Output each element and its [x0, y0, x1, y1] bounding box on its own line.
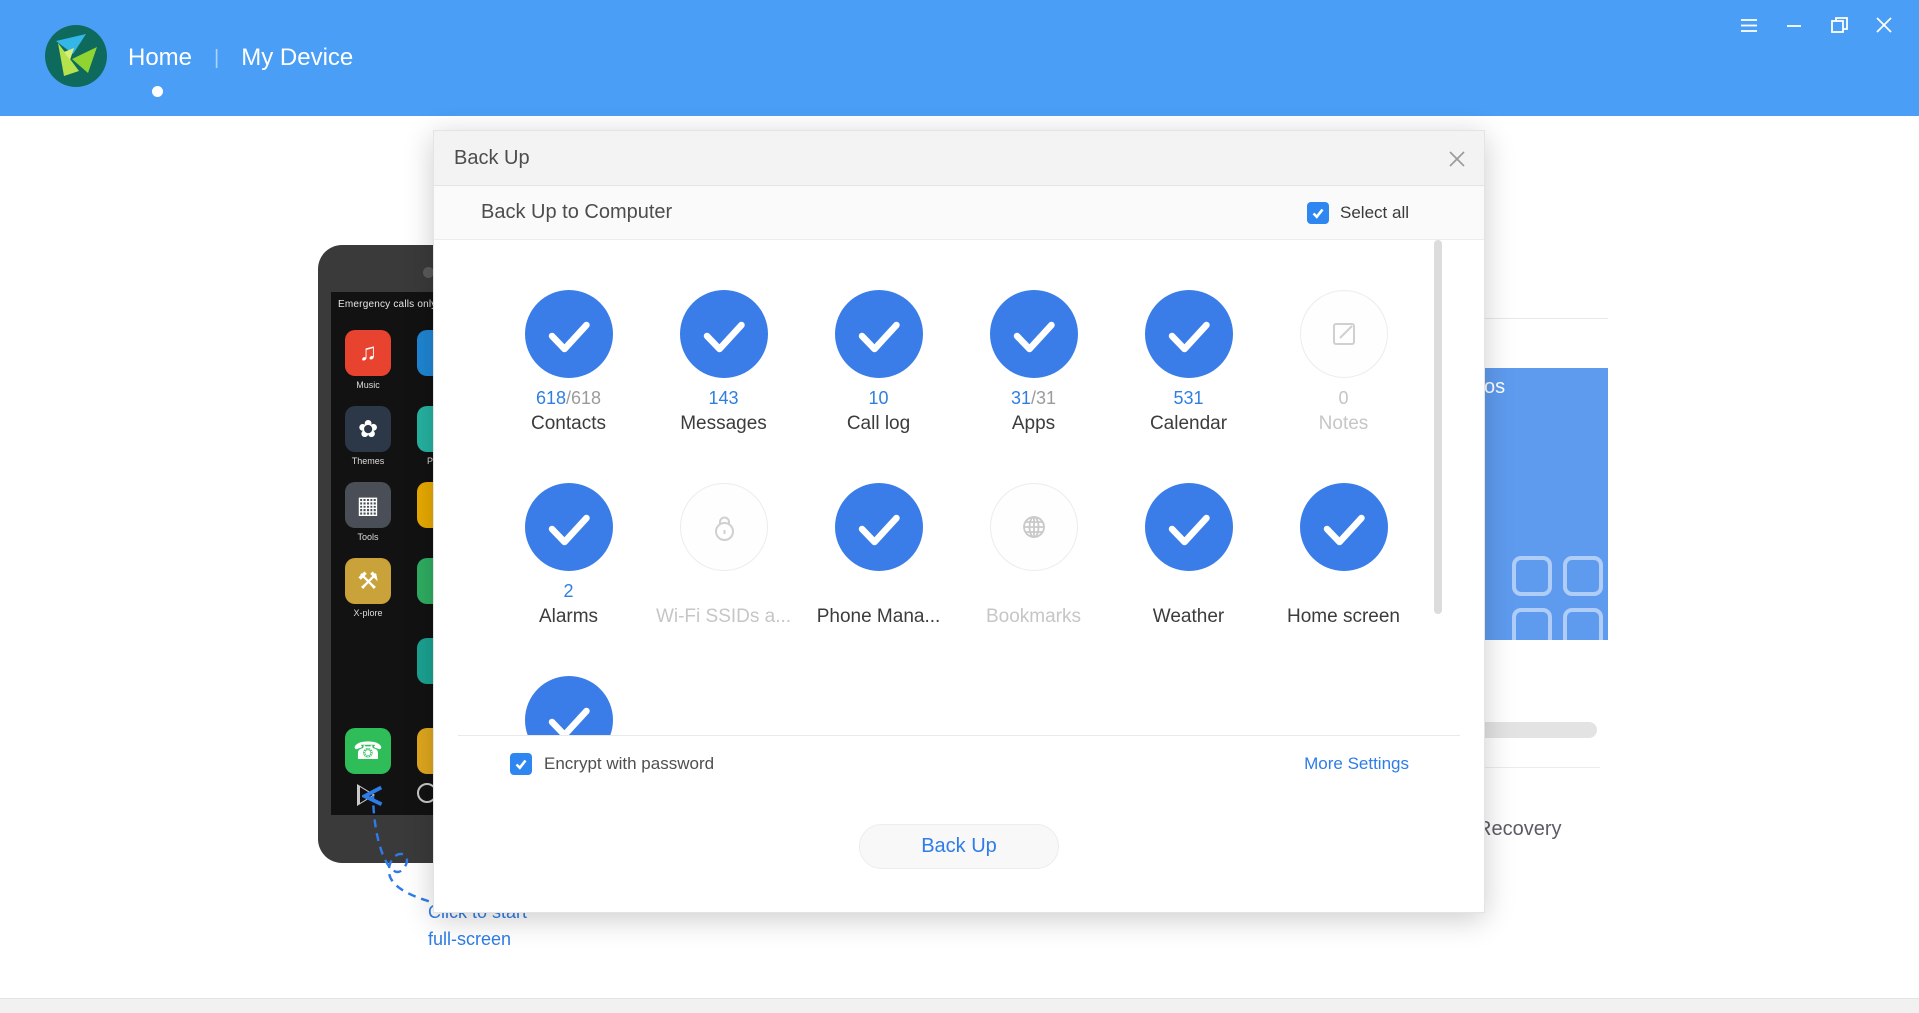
- select-all-label: Select all: [1340, 203, 1409, 223]
- backup-button[interactable]: Back Up: [859, 824, 1059, 869]
- top-bar: Home | My Device: [0, 0, 1919, 116]
- close-button[interactable]: [1873, 14, 1895, 36]
- checked-circle-icon[interactable]: [1145, 483, 1233, 571]
- dialog-subheader: Back Up to Computer Select all: [434, 186, 1484, 240]
- phone-app-icon-themes: ✿: [345, 406, 391, 452]
- checked-circle-icon[interactable]: [835, 483, 923, 571]
- item-count: 0: [1338, 386, 1348, 410]
- feature-card-title-fragment: os: [1484, 376, 1505, 399]
- checked-circle-icon[interactable]: [680, 290, 768, 378]
- item-label: Contacts: [531, 413, 606, 435]
- minimize-button[interactable]: [1783, 14, 1805, 36]
- item-label: Call log: [847, 413, 910, 435]
- item-count: 10: [868, 386, 888, 410]
- dialog-scrollbar[interactable]: [1434, 240, 1442, 614]
- checked-circle-icon[interactable]: [990, 290, 1078, 378]
- backup-item-messages[interactable]: 143 Messages: [646, 290, 801, 483]
- tab-separator: |: [214, 47, 219, 70]
- phone-app-icon: ☎: [345, 728, 391, 774]
- data-recovery-label: Recovery: [1477, 818, 1561, 841]
- backup-item-phone-mana[interactable]: Phone Mana...: [801, 483, 956, 676]
- more-settings-link[interactable]: More Settings: [1304, 754, 1409, 774]
- phone-app-label: Music: [338, 380, 398, 390]
- encrypt-checkbox[interactable]: Encrypt with password: [510, 753, 714, 775]
- app-window: os Recovery Emergency calls only ♫MusicV…: [0, 0, 1919, 1013]
- item-label: Wi-Fi SSIDs a...: [656, 606, 791, 628]
- restore-button[interactable]: [1828, 14, 1850, 36]
- phone-app-label: X-plore: [338, 608, 398, 618]
- encrypt-label: Encrypt with password: [544, 754, 714, 774]
- item-count: 531: [1173, 386, 1203, 410]
- item-label: Alarms: [539, 606, 598, 628]
- item-label: Messages: [680, 413, 767, 435]
- backup-item-call-log[interactable]: 10 Call log: [801, 290, 956, 483]
- checkbox-checked-icon[interactable]: [1307, 202, 1329, 224]
- backup-item-notes[interactable]: 0 Notes: [1266, 290, 1421, 483]
- dialog-close-icon[interactable]: [1442, 144, 1472, 174]
- phone-app-icon-x-plore: ⚒: [345, 558, 391, 604]
- checked-circle-icon[interactable]: [835, 290, 923, 378]
- tab-my-device[interactable]: My Device: [241, 44, 353, 72]
- phone-app-label: Themes: [338, 456, 398, 466]
- backup-target-label: Back Up to Computer: [481, 201, 672, 224]
- item-label: Weather: [1153, 606, 1224, 628]
- tab-home[interactable]: Home: [128, 44, 192, 72]
- select-all-checkbox[interactable]: Select all: [1307, 186, 1409, 240]
- backup-item-bookmarks[interactable]: Bookmarks: [956, 483, 1111, 676]
- item-count: 618/618: [536, 386, 601, 410]
- backup-item-weather[interactable]: Weather: [1111, 483, 1266, 676]
- menu-icon[interactable]: [1738, 14, 1760, 36]
- dialog-titlebar: Back Up: [434, 131, 1484, 186]
- backup-item-calendar[interactable]: 531 Calendar: [1111, 290, 1266, 483]
- item-count: 2: [563, 579, 573, 603]
- app-logo-icon: [44, 24, 108, 88]
- phone-app-icon-music: ♫: [345, 330, 391, 376]
- checked-circle-icon[interactable]: [1300, 483, 1388, 571]
- dialog-title: Back Up: [454, 147, 530, 170]
- notes-icon[interactable]: [1300, 290, 1388, 378]
- checked-circle-icon[interactable]: [525, 290, 613, 378]
- backup-item-home-screen[interactable]: Home screen: [1266, 483, 1421, 676]
- item-label: Calendar: [1150, 413, 1227, 435]
- lock-icon[interactable]: [680, 483, 768, 571]
- phone-status-text: Emergency calls only: [338, 299, 436, 310]
- backup-dialog: Back Up Back Up to Computer Select all 6…: [433, 130, 1485, 913]
- checked-circle-icon[interactable]: [1145, 290, 1233, 378]
- item-label: Apps: [1012, 413, 1055, 435]
- globe-icon[interactable]: [990, 483, 1078, 571]
- checkbox-checked-icon[interactable]: [510, 753, 532, 775]
- backup-item-apps[interactable]: 31/31 Apps: [956, 290, 1111, 483]
- item-label: Notes: [1319, 413, 1369, 435]
- backup-item-partial[interactable]: [491, 676, 646, 735]
- backup-item-alarms[interactable]: 2 Alarms: [491, 483, 646, 676]
- item-count: 143: [708, 386, 738, 410]
- phone-app-label: Tools: [338, 532, 398, 542]
- active-tab-indicator: [152, 86, 163, 97]
- dialog-options-row: Encrypt with password More Settings: [458, 735, 1460, 791]
- phone-app-icon-tools: ▦: [345, 482, 391, 528]
- item-count: 31/31: [1011, 386, 1056, 410]
- bottom-status-strip: [0, 998, 1919, 1013]
- item-label: Phone Mana...: [817, 606, 941, 628]
- checked-circle-icon[interactable]: [525, 676, 613, 735]
- item-label: Bookmarks: [986, 606, 1081, 628]
- backup-items-scroll-area: 618/618 Contacts 143 Messages 10 Call log 31/3…: [434, 240, 1484, 735]
- backup-item-contacts[interactable]: 618/618 Contacts: [491, 290, 646, 483]
- apps-grid-icon: [1512, 556, 1608, 648]
- checked-circle-icon[interactable]: [525, 483, 613, 571]
- backup-item-wi-fi-ssids-a[interactable]: Wi-Fi SSIDs a...: [646, 483, 801, 676]
- item-label: Home screen: [1287, 606, 1400, 628]
